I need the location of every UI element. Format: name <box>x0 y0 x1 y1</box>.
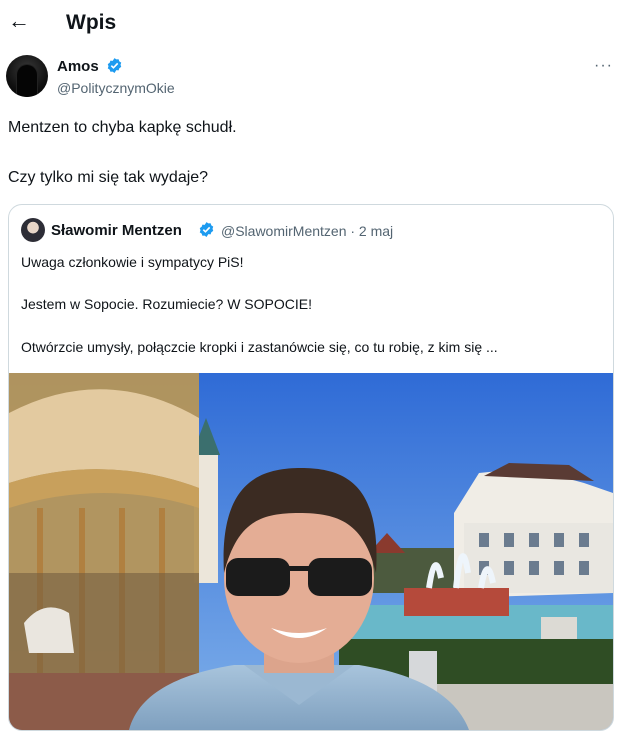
author-avatar[interactable] <box>6 55 48 97</box>
quoted-post-date: · 2 maj <box>350 223 394 239</box>
back-arrow-icon[interactable]: ← <box>8 10 30 32</box>
page-title: Wpis <box>66 11 117 34</box>
top-bar: ← Wpis <box>0 0 620 48</box>
quoted-verified-badge-icon <box>199 222 214 237</box>
post-text-line-2: Czy tylko mi się tak wydaje? <box>8 169 209 186</box>
quoted-author-meta: @SlawomirMentzen · 2 maj <box>221 223 393 239</box>
quoted-post-photo[interactable] <box>9 373 613 730</box>
author-handle[interactable]: @PolitycznymOkie <box>57 80 175 96</box>
more-options-icon[interactable]: ··· <box>594 57 613 75</box>
quoted-author-handle: @SlawomirMentzen <box>221 223 347 239</box>
quoted-post-card[interactable]: Sławomir Mentzen @SlawomirMentzen · 2 ma… <box>8 204 614 731</box>
quoted-text-line-2: Jestem w Sopocie. Rozumiecie? W SOPOCIE! <box>21 296 312 312</box>
post-text-line-1: Mentzen to chyba kapkę schudł. <box>8 119 237 136</box>
author-name[interactable]: Amos <box>57 58 99 75</box>
quoted-author-name: Sławomir Mentzen <box>51 222 182 239</box>
verified-badge-icon <box>107 58 122 73</box>
quoted-text-line-1: Uwaga członkowie i sympatycy PiS! <box>21 254 244 270</box>
quoted-author-avatar <box>21 218 45 242</box>
quoted-text-line-3: Otwórzcie umysły, połączcie kropki i zas… <box>21 339 498 355</box>
